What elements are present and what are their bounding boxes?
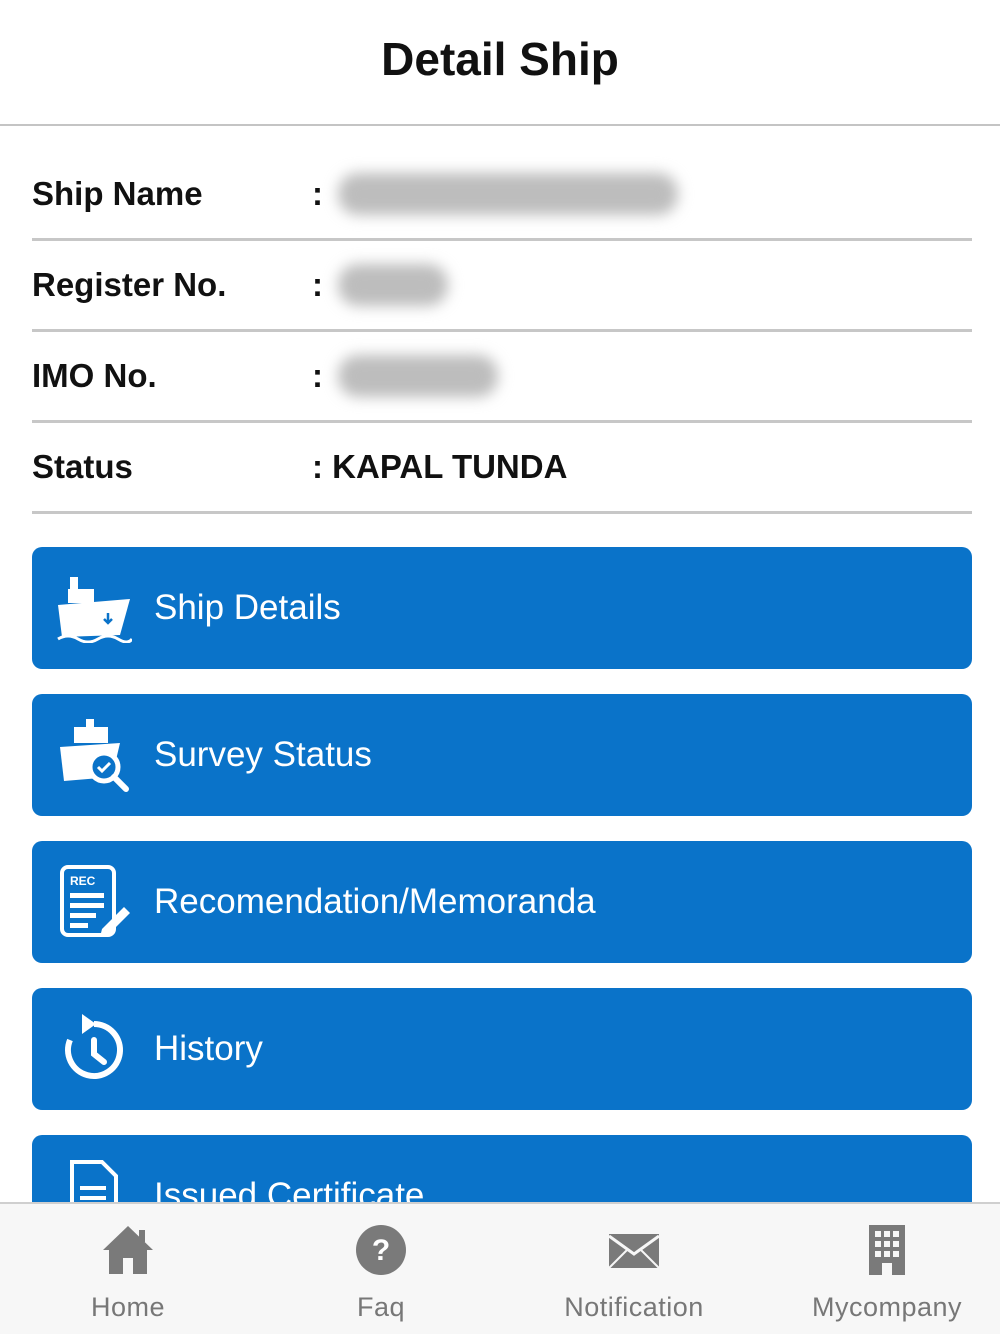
survey-icon	[54, 715, 134, 795]
tab-faq-label: Faq	[356, 1292, 406, 1322]
imo-row: IMO No. :	[32, 332, 972, 423]
ship-name-colon: :	[312, 175, 323, 212]
ship-details-label: Ship Details	[154, 588, 341, 627]
register-value-redacted	[338, 264, 448, 306]
register-label: Register No.	[32, 266, 227, 303]
imo-label: IMO No.	[32, 357, 157, 394]
ship-icon	[54, 568, 134, 648]
ship-info: Ship Name : Register No. : IMO No. : Sta…	[32, 150, 972, 514]
tab-home[interactable]: Home	[3, 1204, 253, 1334]
tab-mycompany[interactable]: Mycompany	[762, 1204, 1000, 1334]
svg-text:REC: REC	[70, 874, 96, 888]
recomendation-memoranda-button[interactable]: REC Recomendation/Memoranda	[32, 841, 972, 963]
page-header: Detail Ship	[0, 0, 1000, 126]
page-title: Detail Ship	[381, 33, 619, 85]
survey-status-label: Survey Status	[154, 735, 372, 774]
status-label: Status	[32, 448, 133, 485]
register-row: Register No. :	[32, 241, 972, 332]
content-area: Detail Ship Ship Name : Register No. : I…	[0, 0, 1000, 1202]
envelope-icon	[607, 1210, 661, 1290]
imo-colon: :	[312, 357, 323, 394]
register-colon: :	[312, 266, 323, 303]
history-button[interactable]: History	[32, 988, 972, 1110]
tab-notification-label: Notification	[564, 1292, 704, 1322]
tab-notification[interactable]: Notification	[509, 1204, 759, 1334]
ship-name-label: Ship Name	[32, 175, 203, 212]
document-edit-icon: REC	[54, 862, 134, 942]
history-icon	[54, 1009, 134, 1089]
ship-details-button[interactable]: Ship Details	[32, 547, 972, 669]
issued-certificate-label: Issued Certificate	[154, 1176, 425, 1202]
tab-home-label: Home	[90, 1292, 166, 1322]
status-row: Status : KAPAL TUNDA	[32, 423, 972, 514]
recomendation-memoranda-label: Recomendation/Memoranda	[154, 882, 596, 921]
tab-mycompany-label: Mycompany	[811, 1292, 963, 1322]
home-icon	[101, 1210, 155, 1290]
svg-text:?: ?	[372, 1234, 390, 1267]
imo-value-redacted	[338, 355, 498, 397]
ship-name-row: Ship Name :	[32, 150, 972, 241]
question-icon: ?	[354, 1210, 408, 1290]
certificate-icon	[54, 1156, 134, 1202]
history-label: History	[154, 1029, 263, 1068]
tab-faq[interactable]: ? Faq	[256, 1204, 506, 1334]
ship-name-value-redacted	[338, 173, 678, 215]
status-value: : KAPAL TUNDA	[312, 448, 568, 485]
survey-status-button[interactable]: Survey Status	[32, 694, 972, 816]
tab-bar: Home ? Faq Notification Mycompany	[0, 1202, 1000, 1334]
building-icon	[867, 1210, 907, 1290]
issued-certificate-button[interactable]: Issued Certificate	[32, 1135, 972, 1202]
